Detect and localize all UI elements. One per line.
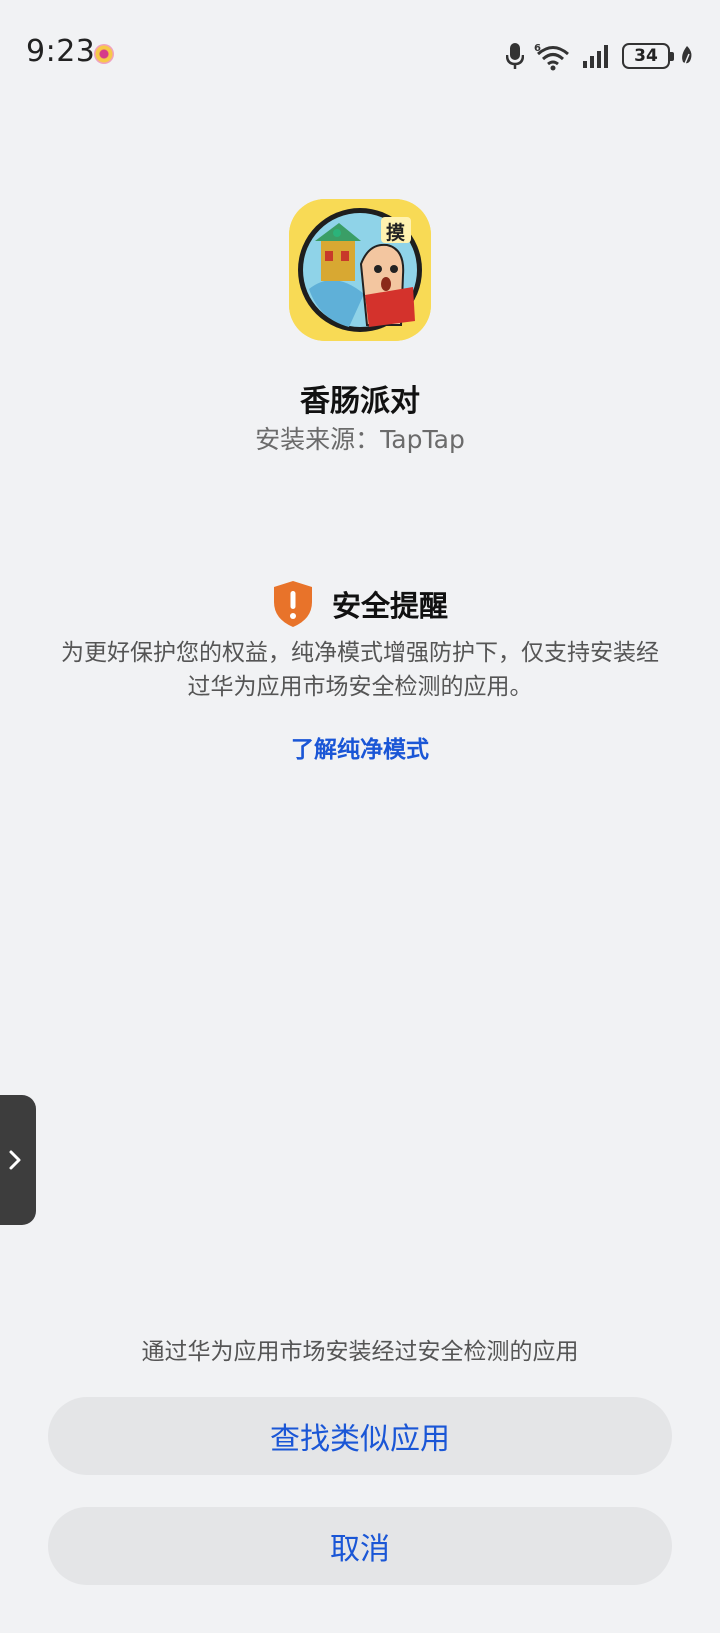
warning-shield-icon [273,581,312,627]
battery-indicator: 34 [622,43,674,69]
cell-signal-icon [583,45,608,68]
wifi-icon: 6 [534,43,569,71]
battery-level: 34 [634,46,658,66]
microphone-icon [506,43,524,69]
app-icon: 摸 [289,199,431,341]
app-icon-badge-text: 摸 [386,222,406,244]
status-icons: 6 34 [506,40,694,72]
security-title: 安全提醒 [331,589,448,623]
find-similar-apps-button[interactable]: 查找类似应用 [48,1397,672,1475]
chevron-right-icon [9,1150,21,1170]
cancel-button[interactable]: 取消 [48,1507,672,1585]
power-saving-leaf-icon [682,46,692,67]
status-bar: 9:23 6 34 [0,0,720,110]
learn-pure-mode-link[interactable]: 了解纯净模式 [0,730,720,764]
app-icon-artwork [289,199,431,341]
notification-app-icon [94,44,114,64]
status-time: 9:23 [26,34,96,69]
install-blocked-screen: 9:23 6 34 摸 香肠派对 安装来源：TapTap 安全提醒 为更好保护您… [0,0,720,1633]
app-name: 香肠派对 [300,384,420,419]
side-expand-tab[interactable] [0,1095,36,1225]
market-hint: 通过华为应用市场安装经过安全检测的应用 [141,1339,579,1365]
security-header: 安全提醒 [0,578,720,630]
install-source: 安装来源：TapTap [255,425,465,454]
security-description: 为更好保护您的权益，纯净模式增强防护下，仅支持安装经过华为应用市场安全检测的应用… [61,640,659,700]
